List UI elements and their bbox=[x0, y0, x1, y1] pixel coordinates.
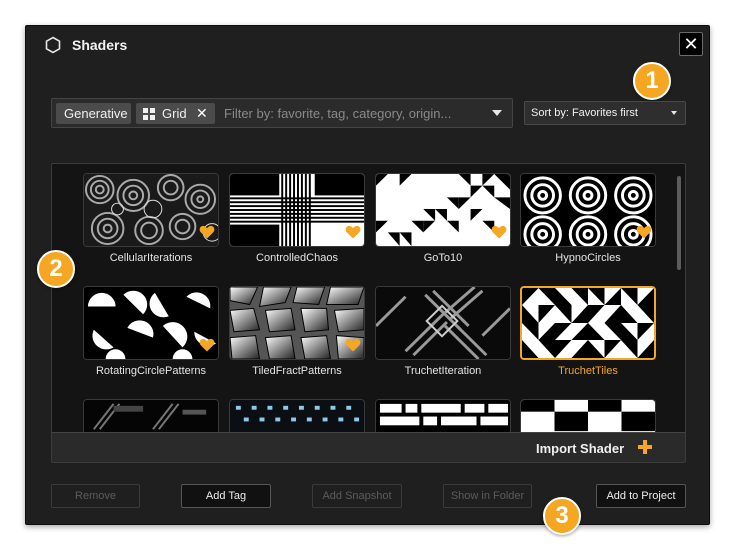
filter-bar[interactable]: Generative Grid ✕ bbox=[51, 98, 513, 128]
hexagon-icon bbox=[45, 36, 61, 54]
favorite-heart-icon[interactable] bbox=[636, 225, 652, 239]
remove-button[interactable]: Remove bbox=[51, 484, 140, 508]
tag-chip-grid[interactable]: Grid ✕ bbox=[136, 103, 215, 124]
remove-tag-icon[interactable]: ✕ bbox=[196, 103, 208, 124]
import-bar: Import Shader bbox=[52, 432, 685, 462]
shader-name: GoTo10 bbox=[423, 252, 463, 264]
favorite-heart-icon[interactable] bbox=[199, 225, 215, 239]
library-scrollbar[interactable] bbox=[677, 176, 681, 270]
grid-icon bbox=[143, 108, 155, 120]
shader-name: HypnoCircles bbox=[555, 252, 621, 264]
title-bar[interactable]: Shaders ✕ bbox=[26, 26, 709, 64]
add-to-project-button[interactable]: Add to Project bbox=[596, 484, 686, 508]
shader-name: TiledFractPatterns bbox=[252, 365, 342, 377]
shaders-dialog: Shaders ✕ Generative Grid ✕ Sort by: Fav… bbox=[25, 25, 710, 525]
favorite-heart-icon[interactable] bbox=[345, 338, 361, 352]
plus-icon[interactable] bbox=[638, 440, 652, 454]
shader-thumbnail bbox=[375, 286, 511, 360]
tag-chip-label: Grid bbox=[162, 106, 187, 121]
filter-dropdown-icon[interactable] bbox=[492, 110, 502, 116]
filter-input[interactable] bbox=[224, 103, 482, 124]
callout-marker-2: 2 bbox=[37, 250, 75, 288]
shader-name: TruchetIteration bbox=[404, 365, 482, 377]
favorite-heart-icon[interactable] bbox=[345, 225, 361, 239]
shader-name: ControlledChaos bbox=[256, 252, 338, 264]
tag-chip-generative[interactable]: Generative bbox=[56, 103, 131, 124]
dialog-title: Shaders bbox=[72, 37, 128, 53]
callout-marker-3: 3 bbox=[543, 497, 581, 535]
sort-dropdown-label: Sort by: Favorites first bbox=[531, 107, 638, 119]
shader-name: CellularIterations bbox=[109, 252, 193, 264]
close-button[interactable]: ✕ bbox=[679, 32, 703, 56]
favorite-heart-icon[interactable] bbox=[199, 338, 215, 352]
chevron-down-icon bbox=[671, 111, 677, 115]
callout-marker-1: 1 bbox=[633, 62, 671, 100]
sort-dropdown[interactable]: Sort by: Favorites first bbox=[524, 101, 686, 125]
shader-thumbnail bbox=[520, 286, 656, 360]
import-shader-button[interactable]: Import Shader bbox=[536, 441, 624, 456]
shader-name: RotatingCirclePatterns bbox=[95, 365, 207, 377]
add-snapshot-button[interactable]: Add Snapshot bbox=[312, 484, 402, 508]
favorite-heart-icon[interactable] bbox=[491, 225, 507, 239]
shader-name: TruchetTiles bbox=[558, 365, 618, 377]
show-in-folder-button[interactable]: Show in Folder bbox=[443, 484, 532, 508]
add-tag-button[interactable]: Add Tag bbox=[181, 484, 271, 508]
shader-library: CellularIterations ControlledChaos GoTo1… bbox=[51, 163, 686, 463]
